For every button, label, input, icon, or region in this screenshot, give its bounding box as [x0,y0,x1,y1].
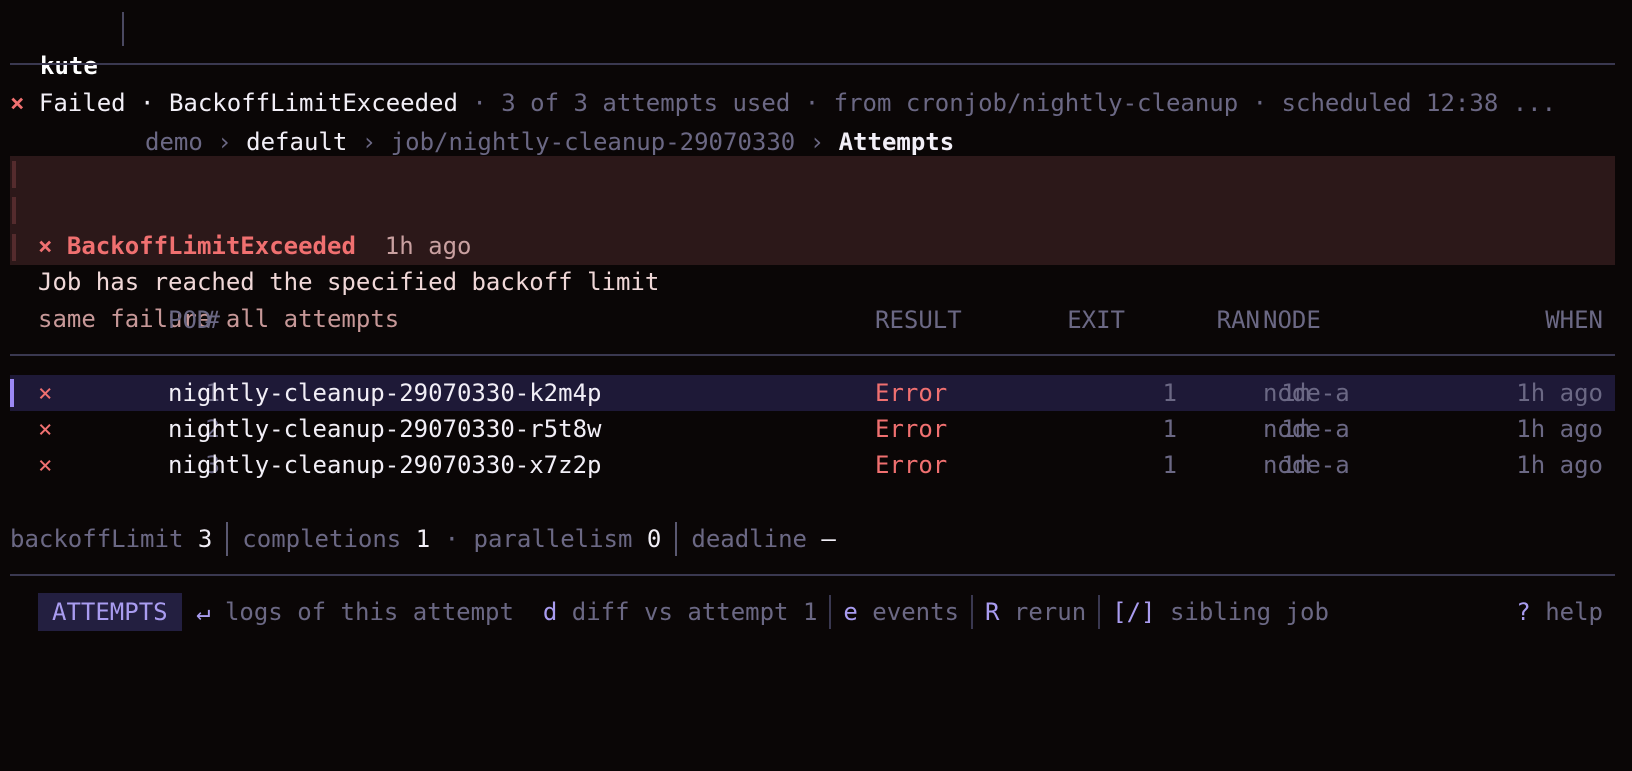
hint-key-rerun[interactable]: R [985,598,999,626]
failed-icon: × [38,451,53,479]
when: 1h ago [1516,379,1603,407]
dot-separator: · [444,525,460,553]
hint-key-events[interactable]: e [843,598,857,626]
completions-label: completions [242,525,402,553]
table-header-divider [10,354,1615,356]
enter-key-icon[interactable]: ↵ [196,598,210,626]
app-name: kute [40,52,98,80]
hint-events[interactable]: events [872,598,959,626]
result: Error [875,379,948,407]
failed-icon: × [38,379,53,407]
event-title-line: × BackoffLimitExceeded 1h ago [10,156,1615,260]
event-note-line: same failure all attempts [10,229,1615,333]
deadline-value: – [821,525,836,553]
breadcrumb-separator: › [809,128,825,156]
col-ran[interactable]: RAN [1217,301,1260,339]
col-pod[interactable]: POD [168,301,211,339]
hint-sibling[interactable]: sibling job [1170,598,1329,626]
footer-divider [10,574,1615,576]
col-result[interactable]: RESULT [875,301,962,339]
help-hint[interactable]: ? help [1516,593,1603,631]
job-spec-limits: backoffLimit 3 completions 1 · parallelis… [10,520,1615,558]
breadcrumb-separator: › [361,128,377,156]
result: Error [875,451,948,479]
node-name: node-a [1263,379,1350,407]
hint-key-sibling[interactable]: [/] [1112,598,1155,626]
breadcrumb-current: Attempts [838,128,955,156]
pod-name: nightly-cleanup-29070330-r5t8w [168,415,602,443]
hint-divider [971,595,973,629]
breadcrumb-job[interactable]: job/nightly-cleanup-29070330 [391,128,796,156]
pod-name: nightly-cleanup-29070330-x7z2p [168,451,602,479]
backoff-limit-label: backoffLimit [10,525,184,553]
when: 1h ago [1516,415,1603,443]
hint-logs[interactable]: logs of this attempt [225,598,514,626]
job-status: Failed · BackoffLimitExceeded [38,89,458,117]
event-message-line: Job has reached the specified backoff li… [10,192,1615,296]
node-name: node-a [1263,415,1350,443]
hint-help[interactable]: help [1545,598,1603,626]
when: 1h ago [1516,451,1603,479]
col-when[interactable]: WHEN [1545,301,1603,339]
event-bar [12,234,16,261]
hint-divider [1098,595,1101,629]
limits-divider [675,522,678,556]
selection-bar [10,379,14,407]
parallelism-label: parallelism [473,525,633,553]
hint-diff[interactable]: diff vs attempt 1 [572,598,818,626]
failed-icon: × [10,89,25,117]
event-bar [12,161,16,188]
col-exit[interactable]: EXIT [1067,301,1125,339]
breadcrumb-namespace[interactable]: default [246,128,347,156]
job-summary: × Failed · BackoffLimitExceeded · 3 of 3… [10,84,1615,122]
node-name: node-a [1263,451,1350,479]
event-panel: × BackoffLimitExceeded 1h ago Job has re… [10,156,1615,333]
header-divider-line [10,63,1615,65]
col-node[interactable]: NODE [1263,301,1321,339]
breadcrumb-context[interactable]: demo [145,128,203,156]
event-message: Job has reached the specified backoff li… [38,268,660,296]
failed-icon: × [38,415,53,443]
result: Error [875,415,948,443]
breadcrumb-separator: › [217,128,232,156]
completions-value: 1 [415,525,431,553]
help-icon[interactable]: ? [1516,598,1530,626]
limits-divider [226,522,229,556]
key-hints-bar: ATTEMPTS ↵ logs of this attempt d diff v… [38,593,1615,631]
backoff-limit-value: 3 [197,525,213,553]
pod-name: nightly-cleanup-29070330-k2m4p [168,379,602,407]
header-divider [122,12,124,46]
hint-key-diff[interactable]: d [543,598,557,626]
table-row[interactable]: × 3 nightly-cleanup-29070330-x7z2p Error… [10,447,1615,483]
hint-divider [829,595,832,629]
job-details: · 3 of 3 attempts used · from cronjob/ni… [457,89,1557,117]
deadline-label: deadline [691,525,807,553]
event-bar [12,197,16,224]
table-row[interactable]: × 1 nightly-cleanup-29070330-k2m4p Error… [10,375,1615,411]
exit-code: 1 [1162,415,1177,443]
exit-code: 1 [1162,379,1177,407]
mode-indicator: ATTEMPTS [38,593,182,631]
parallelism-value: 0 [646,525,662,553]
exit-code: 1 [1162,451,1177,479]
table-row[interactable]: × 2 nightly-cleanup-29070330-r5t8w Error… [10,411,1615,447]
hint-rerun[interactable]: rerun [1014,598,1086,626]
